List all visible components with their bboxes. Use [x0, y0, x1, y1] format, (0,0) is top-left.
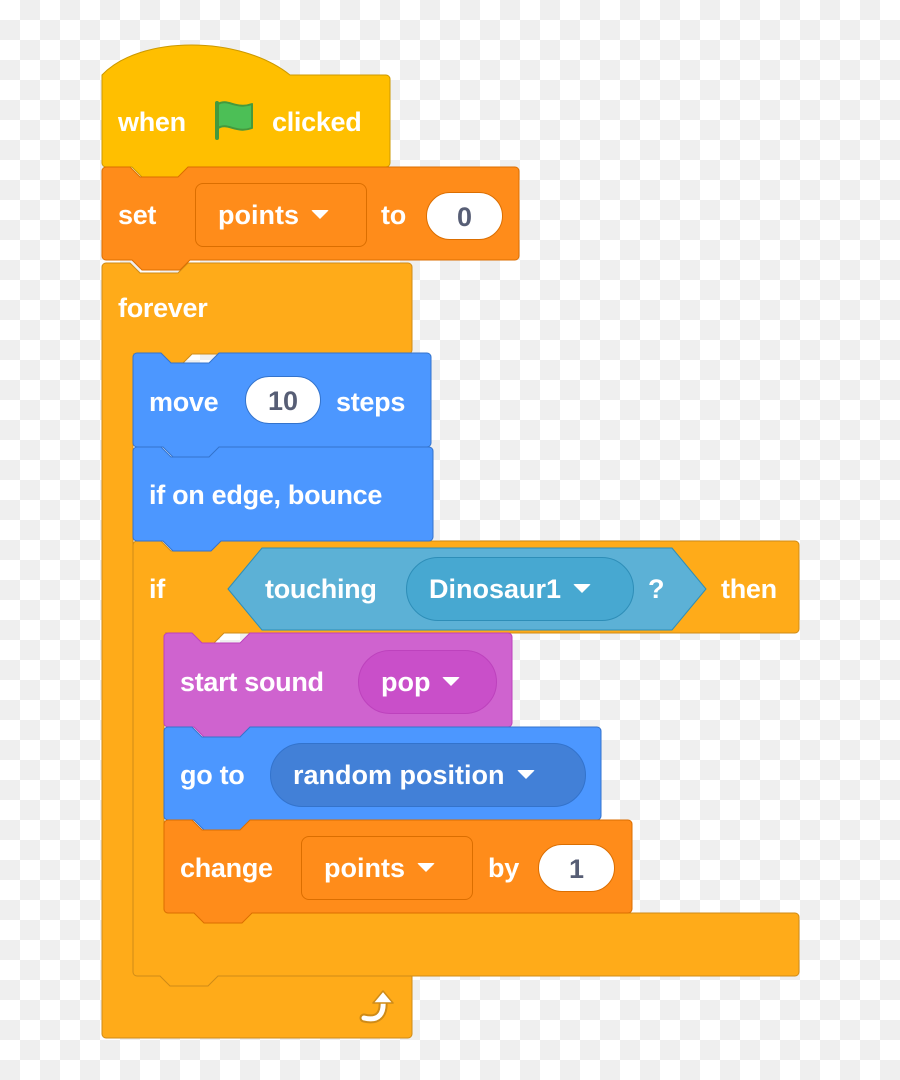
when-label: when [118, 107, 186, 137]
clicked-label: clicked [272, 107, 362, 137]
change-value-input[interactable]: 1 [538, 844, 615, 892]
go-to-target-dropdown[interactable]: random position [270, 743, 586, 807]
touching-target-dropdown[interactable]: Dinosaur1 [406, 557, 634, 621]
move-steps-input[interactable]: 10 [245, 376, 321, 424]
set-value-input[interactable]: 0 [426, 192, 503, 240]
bounce-label: if on edge, bounce [149, 480, 383, 510]
then-label: then [721, 574, 777, 604]
touching-target-name: Dinosaur1 [429, 574, 562, 604]
question-mark-label: ? [648, 574, 665, 604]
steps-label: steps [336, 387, 406, 417]
touching-label: touching [265, 574, 377, 604]
dropdown-arrow-icon [442, 677, 461, 687]
change-variable-name: points [324, 853, 405, 883]
to-label: to [381, 200, 406, 230]
change-variable-dropdown[interactable]: points [301, 836, 473, 900]
forever-label: forever [118, 293, 208, 323]
set-variable-name: points [218, 200, 299, 230]
dropdown-arrow-icon [311, 210, 329, 220]
dropdown-arrow-icon [573, 584, 592, 594]
set-variable-dropdown[interactable]: points [195, 183, 367, 247]
set-label: set [118, 200, 157, 230]
start-sound-label: start sound [180, 667, 324, 697]
script-canvas [101, 44, 800, 1039]
sound-dropdown[interactable]: pop [358, 650, 497, 714]
sound-name: pop [381, 667, 431, 697]
dropdown-arrow-icon [516, 770, 535, 780]
by-label: by [488, 853, 519, 883]
go-to-label: go to [180, 760, 245, 790]
move-label: move [149, 387, 219, 417]
go-to-target-name: random position [293, 760, 505, 790]
if-label: if [149, 574, 165, 604]
dropdown-arrow-icon [417, 863, 435, 873]
change-label: change [180, 853, 273, 883]
